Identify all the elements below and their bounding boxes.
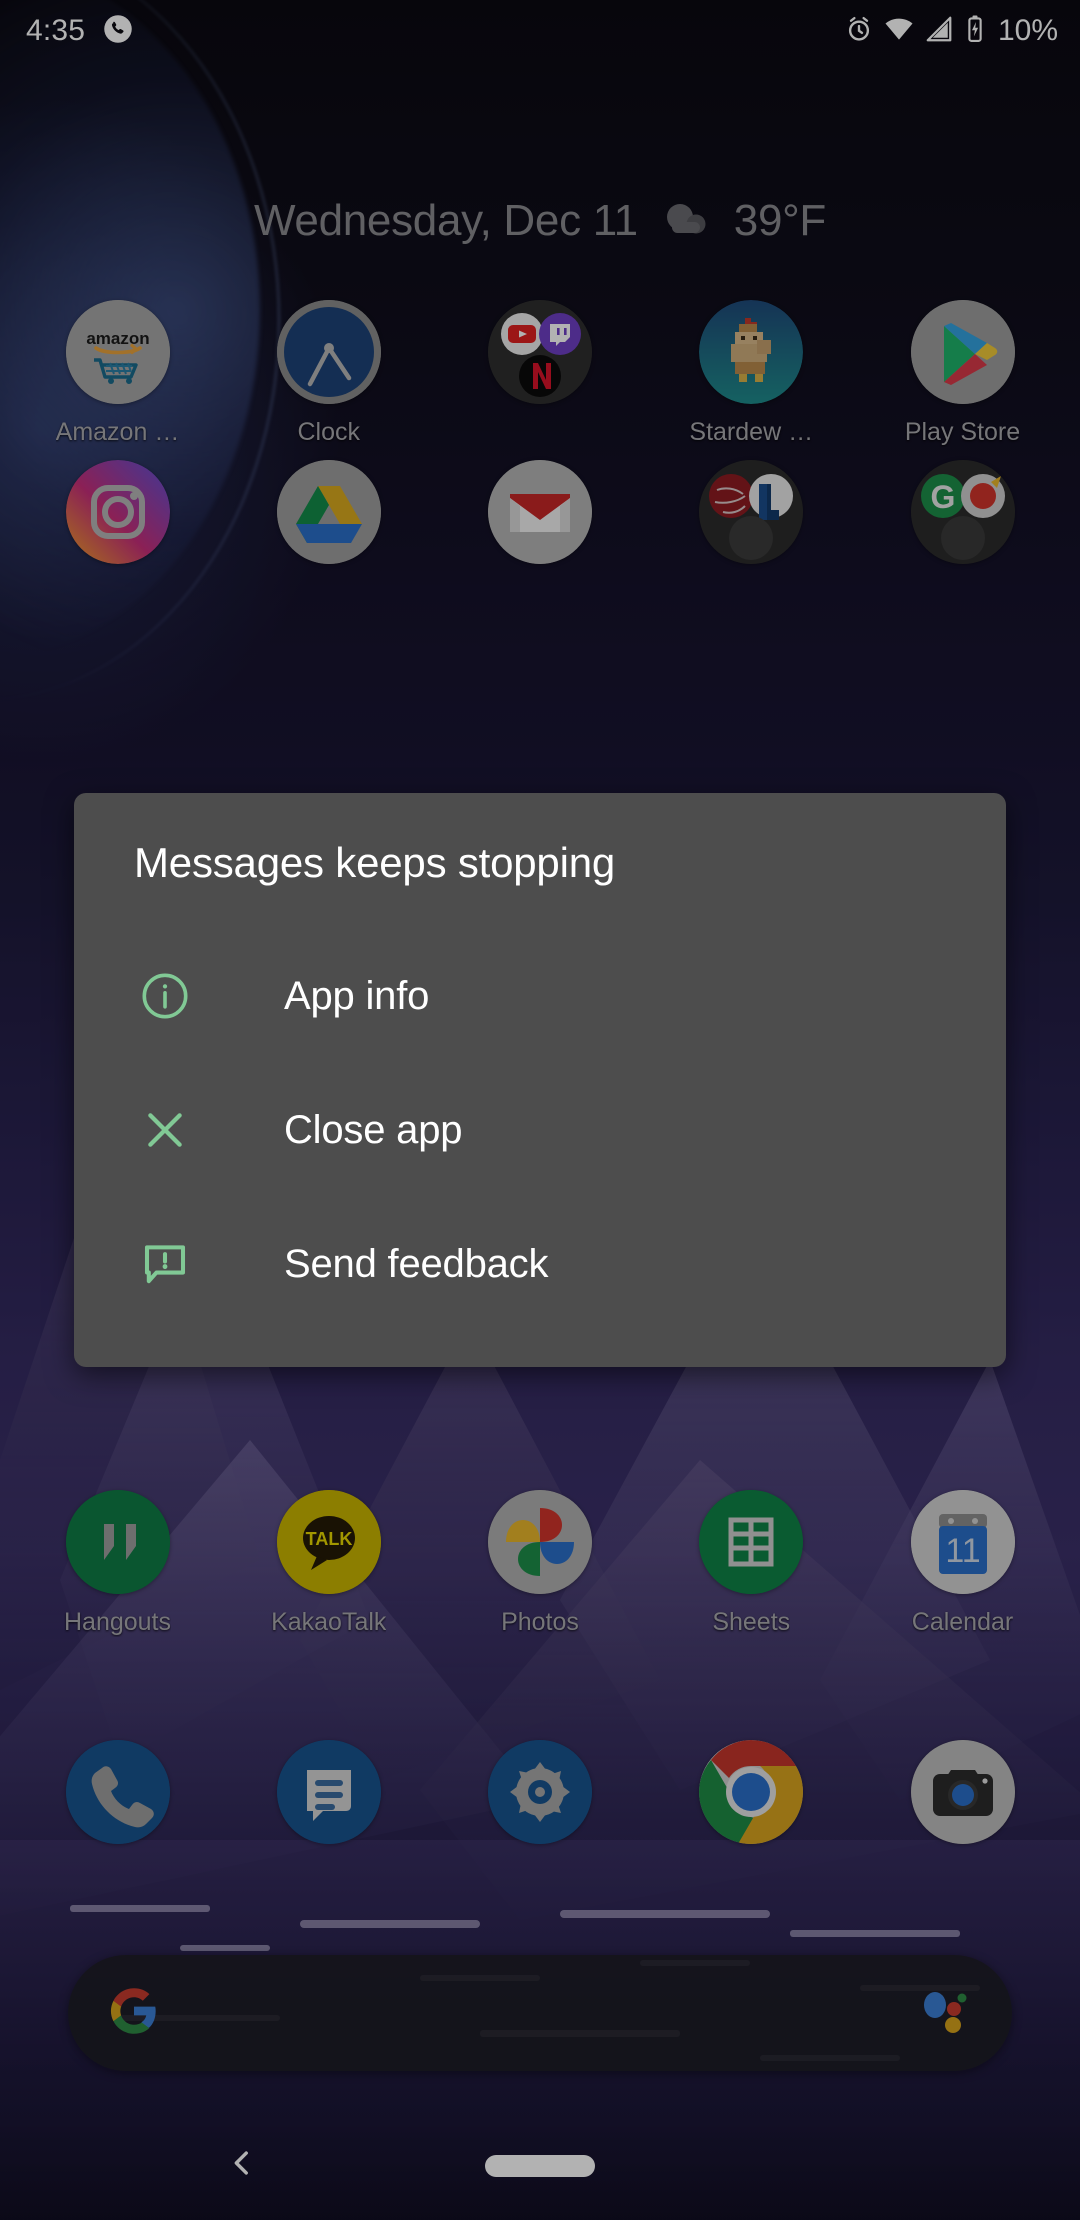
- dialog-item-label: Send feedback: [284, 1242, 548, 1287]
- dialog-title: Messages keeps stopping: [74, 839, 1006, 887]
- crash-dialog: Messages keeps stopping App info: [74, 793, 1006, 1367]
- feedback-icon: [134, 1233, 196, 1295]
- dialog-item-close-app[interactable]: Close app: [74, 1063, 1006, 1197]
- dialog-item-label: App info: [284, 974, 429, 1019]
- close-x-icon: [134, 1099, 196, 1161]
- dialog-option-list: App info Close app Sen: [74, 929, 1006, 1331]
- android-home-screen: 4:35: [0, 0, 1080, 2220]
- dialog-item-send-feedback[interactable]: Send feedback: [74, 1197, 1006, 1331]
- info-circle-icon: [134, 965, 196, 1027]
- dialog-item-label: Close app: [284, 1108, 462, 1153]
- dialog-item-app-info[interactable]: App info: [74, 929, 1006, 1063]
